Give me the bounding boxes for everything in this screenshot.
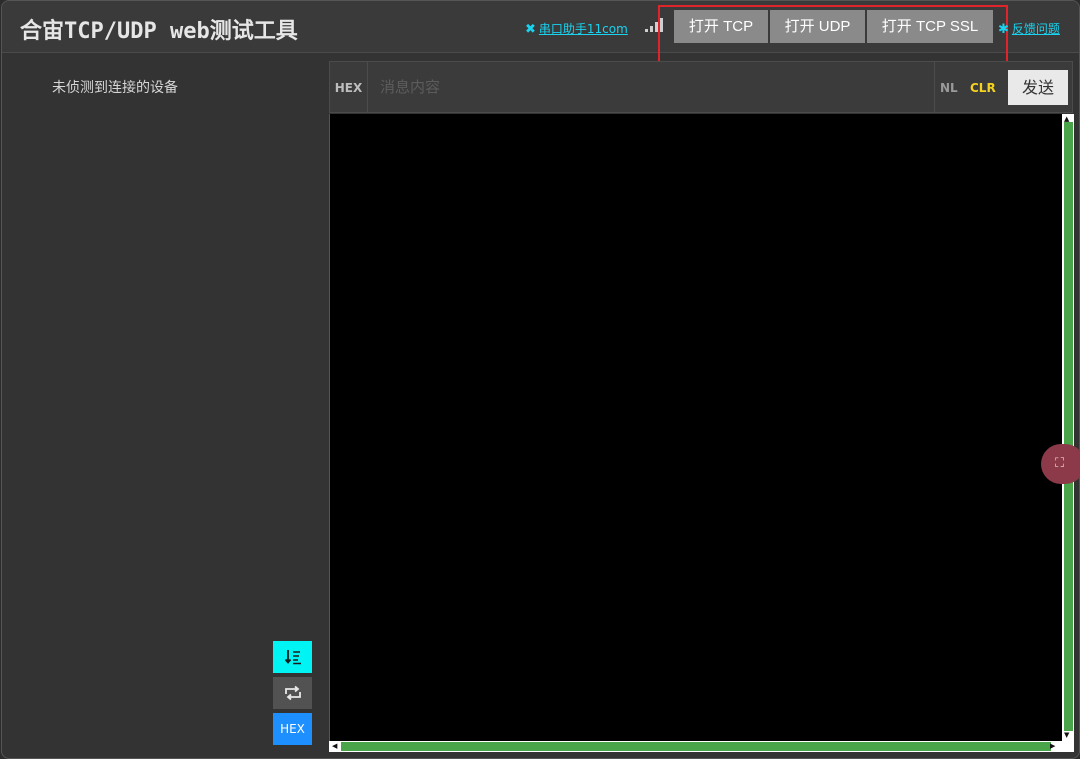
app-window: 合宙TCP/UDP web测试工具 ✖ 串口助手11com 打开 TCP 打开 U… (1, 0, 1080, 759)
hex-send-toggle[interactable]: HEX (330, 62, 368, 112)
scroll-down-arrow-icon[interactable]: ▼ (1064, 731, 1069, 739)
device-status: 未侦测到连接的设备 (52, 80, 178, 96)
tools-icon: ✖ (525, 22, 536, 37)
auto-scroll-button[interactable] (273, 641, 312, 673)
open-udp-button[interactable]: 打开 UDP (770, 10, 865, 43)
serial-helper-label: 串口助手11com (538, 22, 628, 36)
open-tcp-button[interactable]: 打开 TCP (674, 10, 768, 43)
sort-down-icon (284, 650, 301, 665)
vertical-scroll-thumb[interactable] (1064, 122, 1073, 731)
serial-helper-link[interactable]: ✖ 串口助手11com (525, 20, 628, 37)
hex-mode-button[interactable]: HEX (273, 713, 312, 745)
loop-button[interactable] (273, 677, 312, 709)
open-tcp-ssl-button[interactable]: 打开 TCP SSL (867, 10, 993, 43)
translate-icon[interactable]: ⛶ (1041, 444, 1080, 484)
horizontal-scrollbar[interactable]: ◀ ▶ (329, 741, 1074, 752)
message-input[interactable] (368, 62, 934, 112)
output-console (329, 114, 1063, 741)
clear-button[interactable]: CLR (970, 81, 996, 95)
horizontal-scroll-thumb[interactable] (341, 742, 1051, 751)
send-button[interactable]: 发送 (1008, 70, 1068, 105)
divider (934, 62, 935, 112)
feedback-label: 反馈问题 (1011, 22, 1060, 36)
message-bar: HEX NL CLR 发送 (329, 61, 1073, 113)
newline-toggle[interactable]: NL (940, 81, 958, 95)
app-title: 合宙TCP/UDP web测试工具 (20, 19, 298, 44)
bug-icon: ✱ (998, 22, 1009, 37)
vertical-scrollbar[interactable]: ▲ ▼ (1062, 114, 1074, 741)
scroll-left-arrow-icon[interactable]: ◀ (332, 742, 337, 751)
scroll-right-arrow-icon[interactable]: ▶ (1050, 742, 1055, 751)
repeat-icon (284, 685, 301, 701)
feedback-link[interactable]: ✱ 反馈问题 (998, 20, 1060, 37)
top-bar: 合宙TCP/UDP web测试工具 ✖ 串口助手11com 打开 TCP 打开 U… (2, 1, 1079, 69)
